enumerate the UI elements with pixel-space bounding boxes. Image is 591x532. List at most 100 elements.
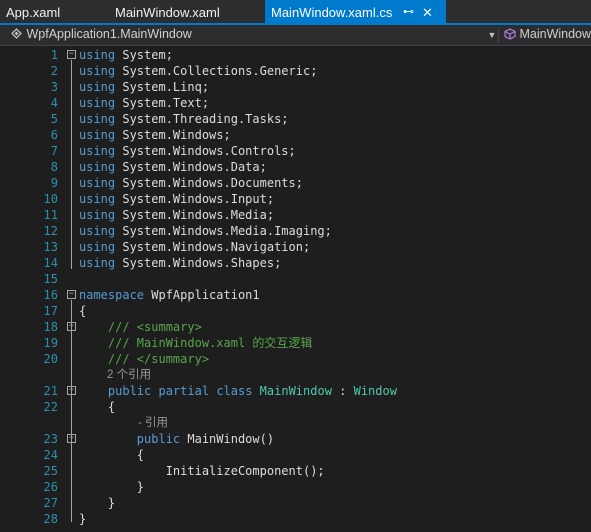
code-line: 24 { — [0, 447, 591, 463]
cube-member-icon — [504, 28, 516, 40]
code-text: { — [79, 400, 116, 414]
code-text: using System.Windows; — [79, 128, 231, 142]
code-line: 16 namespace WpfApplication1 — [0, 287, 591, 303]
code-text: using System.Windows.Shapes; — [79, 256, 282, 270]
code-line: 28} — [0, 511, 591, 527]
line-number: 2 — [50, 64, 58, 78]
line-number: 20 — [43, 352, 58, 366]
line-number: 5 — [50, 112, 58, 126]
line-number: 24 — [43, 448, 58, 462]
line-number: 4 — [50, 96, 58, 110]
codelens-references[interactable]: 2 个引用 — [107, 366, 151, 382]
code-text: using System.Windows.Navigation; — [79, 240, 311, 254]
code-line: 14 using System.Windows.Shapes; — [0, 255, 591, 271]
code-text: using System.Threading.Tasks; — [79, 112, 289, 126]
code-line: 13 using System.Windows.Navigation; — [0, 239, 591, 255]
code-line: 15 — [0, 271, 591, 287]
line-number: 28 — [43, 512, 58, 526]
line-number: 15 — [43, 272, 58, 286]
line-number: 8 — [50, 160, 58, 174]
type-dropdown[interactable]: WpfApplication1.MainWindow — [10, 27, 192, 41]
line-number: 27 — [43, 496, 58, 510]
code-text: /// <summary> — [79, 320, 202, 334]
code-text: using System.Windows.Media.Imaging; — [79, 224, 332, 238]
code-line: 4 using System.Text; — [0, 95, 591, 111]
code-text: using System; — [79, 48, 173, 62]
code-text: using System.Windows.Controls; — [79, 144, 296, 158]
tab-label: MainWindow.xaml.cs — [271, 5, 393, 20]
line-number: 14 — [43, 256, 58, 270]
tab-label: App.xaml — [6, 5, 61, 20]
member-name: MainWindow — [519, 27, 591, 41]
code-text: } — [79, 512, 87, 526]
code-text: InitializeComponent(); — [79, 464, 325, 478]
member-dropdown[interactable]: MainWindow — [504, 27, 591, 41]
code-text: } — [79, 480, 145, 494]
line-number: 22 — [43, 400, 58, 414]
line-number: 19 — [43, 336, 58, 350]
line-number: 25 — [43, 464, 58, 478]
code-text: using System.Windows.Input; — [79, 192, 275, 206]
code-line: 7 using System.Windows.Controls; — [0, 143, 591, 159]
tab-mainwindow-xaml-cs[interactable]: MainWindow.xaml.cs ⊷ ✕ — [265, 0, 446, 23]
code-line: 12 using System.Windows.Media.Imaging; — [0, 223, 591, 239]
code-text: using System.Windows.Media; — [79, 208, 275, 222]
line-number: 6 — [50, 128, 58, 142]
code-line: 6 using System.Windows; — [0, 127, 591, 143]
code-line: 25 InitializeComponent(); — [0, 463, 591, 479]
code-line: 22 { — [0, 399, 591, 415]
line-number: 16 — [43, 288, 58, 302]
code-line: 18 /// <summary> — [0, 319, 591, 335]
code-line: 17 { — [0, 303, 591, 319]
codelens-references[interactable]: - 引用 — [138, 414, 168, 430]
chevron-down-icon[interactable]: ▼ — [486, 25, 498, 45]
tab-app-xaml[interactable]: App.xaml — [6, 0, 60, 23]
code-line: 2 using System.Collections.Generic; — [0, 63, 591, 79]
code-text: using System.Windows.Documents; — [79, 176, 303, 190]
line-number: 23 — [43, 432, 58, 446]
cs-class-icon — [11, 28, 22, 39]
code-editor[interactable]: − − − − − 1 using System; 2 using System.C… — [0, 46, 591, 532]
line-number: 11 — [43, 208, 58, 222]
type-path: WpfApplication1.MainWindow — [26, 27, 192, 41]
pin-icon[interactable]: ⊷ — [403, 0, 414, 25]
code-text: using System.Linq; — [79, 80, 210, 94]
code-text: public partial class MainWindow : Window — [107, 384, 397, 398]
line-number: 18 — [43, 320, 58, 334]
code-text: { — [79, 448, 145, 462]
code-text: } — [79, 496, 116, 510]
navbar-divider — [498, 27, 499, 43]
line-number: 12 — [43, 224, 58, 238]
code-line: 9 using System.Windows.Documents; — [0, 175, 591, 191]
line-number: 26 — [43, 480, 58, 494]
code-text: /// </summary> — [79, 352, 210, 366]
code-line: 20 /// </summary> — [0, 351, 591, 367]
code-text: { — [79, 304, 87, 318]
tab-label: MainWindow.xaml — [115, 5, 220, 20]
line-number: 10 — [43, 192, 58, 206]
line-number: 7 — [50, 144, 58, 158]
code-text: public MainWindow() — [136, 432, 275, 446]
navigation-bar: WpfApplication1.MainWindow ▼ MainWindow — [0, 25, 591, 46]
tab-mainwindow-xaml[interactable]: MainWindow.xaml — [115, 0, 220, 23]
line-number: 3 — [50, 80, 58, 94]
line-number: 17 — [43, 304, 58, 318]
code-text: namespace WpfApplication1 — [79, 288, 260, 302]
code-text: using System.Windows.Data; — [79, 160, 267, 174]
code-line: 3 using System.Linq; — [0, 79, 591, 95]
code-text: using System.Collections.Generic; — [79, 64, 318, 78]
code-line: 21 public partial class MainWindow : Win… — [0, 383, 591, 399]
code-line: 23 public MainWindow() — [0, 431, 591, 447]
line-number: 13 — [43, 240, 58, 254]
code-line: 5 using System.Threading.Tasks; — [0, 111, 591, 127]
code-line: 11 using System.Windows.Media; — [0, 207, 591, 223]
code-line: 10 using System.Windows.Input; — [0, 191, 591, 207]
line-number: 1 — [50, 48, 58, 62]
line-number: 21 — [43, 384, 58, 398]
code-line: 1 using System; — [0, 47, 591, 63]
close-icon[interactable]: ✕ — [422, 0, 433, 25]
code-text: using System.Text; — [79, 96, 210, 110]
code-line: 27 } — [0, 495, 591, 511]
line-number: 9 — [50, 176, 58, 190]
code-line: 19 /// MainWindow.xaml 的交互逻辑 — [0, 335, 591, 351]
